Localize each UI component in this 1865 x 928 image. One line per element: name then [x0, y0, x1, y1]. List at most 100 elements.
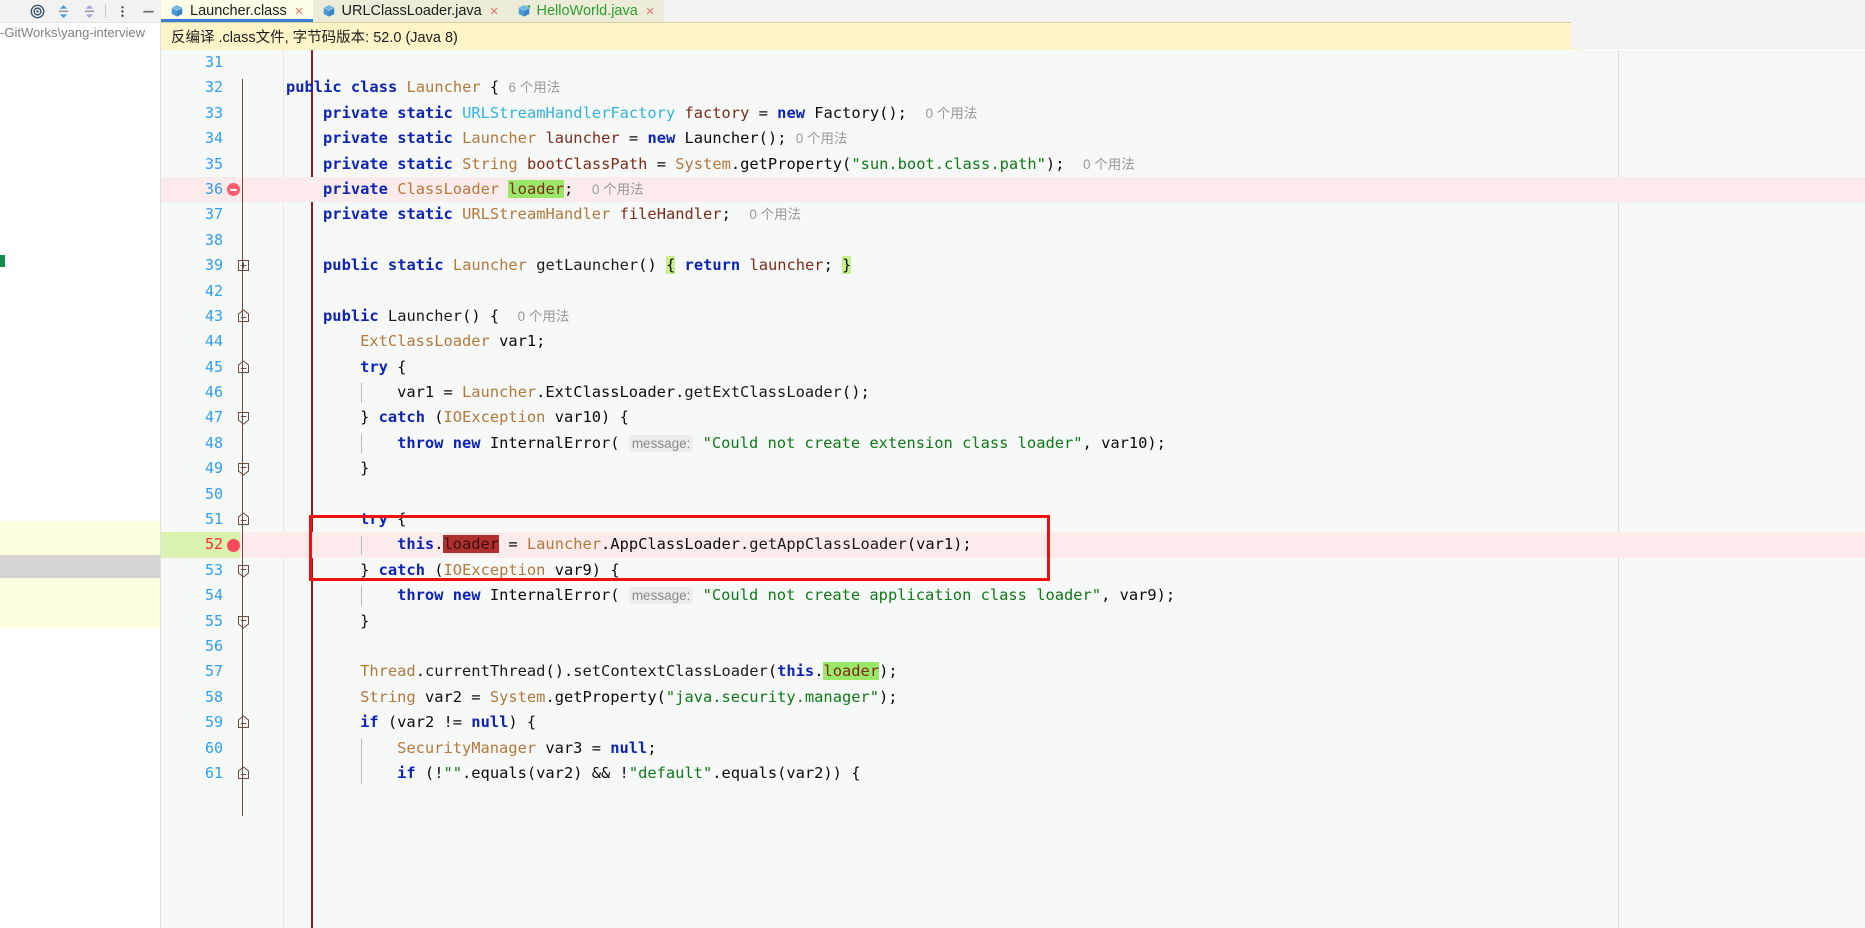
code-line[interactable]: 47} catch (IOException var10) { — [161, 405, 1865, 430]
code-line[interactable]: 43 public Launcher() { 0 个用法 — [161, 304, 1865, 329]
panel-selected-row[interactable] — [0, 555, 161, 578]
breakpoint-icon[interactable] — [227, 538, 240, 552]
code-line[interactable]: 61 if (!"".equals(var2) && !"default".equ… — [161, 761, 1865, 786]
line-number[interactable]: 33 — [161, 101, 223, 126]
collapse-all-icon[interactable] — [76, 0, 102, 22]
line-number[interactable]: 31 — [161, 50, 223, 75]
line-number[interactable]: 51 — [161, 507, 223, 532]
fold-toggle-icon[interactable] — [235, 359, 252, 376]
line-number[interactable]: 46 — [161, 380, 223, 405]
token: , var10); — [1082, 433, 1166, 452]
fold-toggle-icon[interactable] — [235, 460, 252, 477]
close-icon[interactable]: × — [646, 4, 655, 19]
code-line[interactable]: 38 — [161, 228, 1865, 253]
tab-helloworld-java[interactable]: HelloWorld.java × — [507, 0, 664, 22]
line-number[interactable]: 36 — [161, 177, 223, 202]
expand-all-icon[interactable] — [50, 0, 76, 22]
line-number[interactable]: 32 — [161, 75, 223, 100]
fold-toggle-icon[interactable] — [235, 562, 252, 579]
line-number[interactable]: 38 — [161, 228, 223, 253]
line-number[interactable]: 59 — [161, 710, 223, 735]
fold-toggle-icon[interactable] — [235, 714, 252, 731]
token: ( — [424, 408, 444, 427]
fold-toggle-icon[interactable] — [235, 613, 252, 630]
editor-tab-bar: Launcher.class × URLClassLoader.java × H… — [161, 0, 1865, 22]
fold-toggle-icon[interactable] — [235, 257, 252, 274]
line-number[interactable]: 52 — [161, 532, 223, 557]
line-number[interactable]: 48 — [161, 431, 223, 456]
line-number[interactable]: 50 — [161, 482, 223, 507]
token: (); — [841, 383, 870, 402]
code-line[interactable]: 31 — [161, 50, 1865, 75]
code-line[interactable]: 33 private static URLStreamHandlerFactory… — [161, 101, 1865, 126]
code-line[interactable]: 51 try { — [161, 507, 1865, 532]
fold-toggle-icon[interactable] — [235, 308, 252, 325]
token: ; — [823, 256, 843, 275]
token: { — [665, 256, 676, 275]
token: fileHandler — [619, 205, 722, 224]
fold-toggle-icon[interactable] — [235, 511, 252, 528]
token: Launcher — [406, 78, 481, 97]
code-line[interactable]: 60 SecurityManager var3 = null; — [161, 736, 1865, 761]
token: { — [387, 510, 407, 529]
token: } — [360, 611, 370, 630]
token: Launcher — [461, 383, 537, 402]
line-number[interactable]: 44 — [161, 329, 223, 354]
code-line[interactable]: 44 ExtClassLoader var1; — [161, 329, 1865, 354]
fold-toggle-icon[interactable] — [235, 765, 252, 782]
token: null — [471, 713, 509, 732]
line-background — [161, 609, 1865, 634]
code-line[interactable]: 52 this.loader = Launcher.AppClassLoader.… — [161, 532, 1865, 558]
line-number[interactable]: 54 — [161, 583, 223, 608]
line-number[interactable]: 37 — [161, 202, 223, 227]
code-line[interactable]: 35 private static String bootClassPath = … — [161, 152, 1865, 177]
line-number[interactable]: 49 — [161, 456, 223, 481]
code-line[interactable]: 53} catch (IOException var9) { — [161, 558, 1865, 583]
hide-panel-icon[interactable] — [135, 0, 161, 22]
code-line[interactable]: 54 throw new InternalError( message: "Cou… — [161, 583, 1865, 608]
code-line[interactable]: 50 — [161, 482, 1865, 507]
code-line[interactable]: 42 — [161, 279, 1865, 304]
line-number[interactable]: 56 — [161, 634, 223, 659]
line-number[interactable]: 43 — [161, 304, 223, 329]
code-line[interactable]: 48 throw new InternalError( message: "Cou… — [161, 431, 1865, 456]
code-line[interactable]: 37 private static URLStreamHandler fileHa… — [161, 202, 1865, 227]
code-line[interactable]: 58 String var2 = System.getProperty("java… — [161, 685, 1865, 710]
more-options-icon[interactable] — [109, 0, 135, 22]
close-icon[interactable]: × — [295, 4, 304, 19]
close-icon[interactable]: × — [490, 4, 499, 19]
token: static — [397, 103, 453, 122]
token: this — [777, 662, 815, 681]
code-line[interactable]: 34 private static Launcher launcher = new… — [161, 126, 1865, 151]
token: Launcher(); — [675, 129, 796, 148]
line-number[interactable]: 34 — [161, 126, 223, 151]
locate-target-icon[interactable] — [24, 0, 50, 22]
line-number[interactable]: 53 — [161, 558, 223, 583]
code-line[interactable]: 36 private ClassLoader loader; 0 个用法 — [161, 176, 1865, 203]
line-number[interactable]: 58 — [161, 685, 223, 710]
line-number[interactable]: 61 — [161, 761, 223, 786]
tab-launcher-class[interactable]: Launcher.class × — [161, 0, 313, 22]
fold-toggle-icon[interactable] — [235, 409, 252, 426]
code-line[interactable]: 46 var1 = Launcher.ExtClassLoader.getExtC… — [161, 380, 1865, 405]
line-number[interactable]: 39 — [161, 253, 223, 278]
code-line[interactable]: 39 public static Launcher getLauncher() {… — [161, 253, 1865, 278]
code-line[interactable]: 45 try { — [161, 355, 1865, 380]
line-number[interactable]: 55 — [161, 609, 223, 634]
line-number[interactable]: 42 — [161, 279, 223, 304]
code-line[interactable]: 32 public class Launcher { 6 个用法 — [161, 75, 1865, 100]
code-line[interactable]: 57 Thread.currentThread().setContextClass… — [161, 659, 1865, 684]
line-content: try { — [360, 507, 406, 532]
line-number[interactable]: 57 — [161, 659, 223, 684]
line-number[interactable]: 45 — [161, 355, 223, 380]
code-line[interactable]: 55} — [161, 609, 1865, 634]
line-number[interactable]: 47 — [161, 405, 223, 430]
code-line[interactable]: 59 if (var2 != null) { — [161, 710, 1865, 735]
line-number[interactable]: 35 — [161, 152, 223, 177]
tab-urlclassloader-java[interactable]: URLClassLoader.java × — [312, 0, 508, 22]
code-editor[interactable]: 31 32 public class Launcher { 6 个用法 33 priva… — [161, 50, 1865, 928]
line-number[interactable]: 60 — [161, 736, 223, 761]
code-line[interactable]: 49} — [161, 456, 1865, 481]
code-line[interactable]: 56 — [161, 634, 1865, 659]
